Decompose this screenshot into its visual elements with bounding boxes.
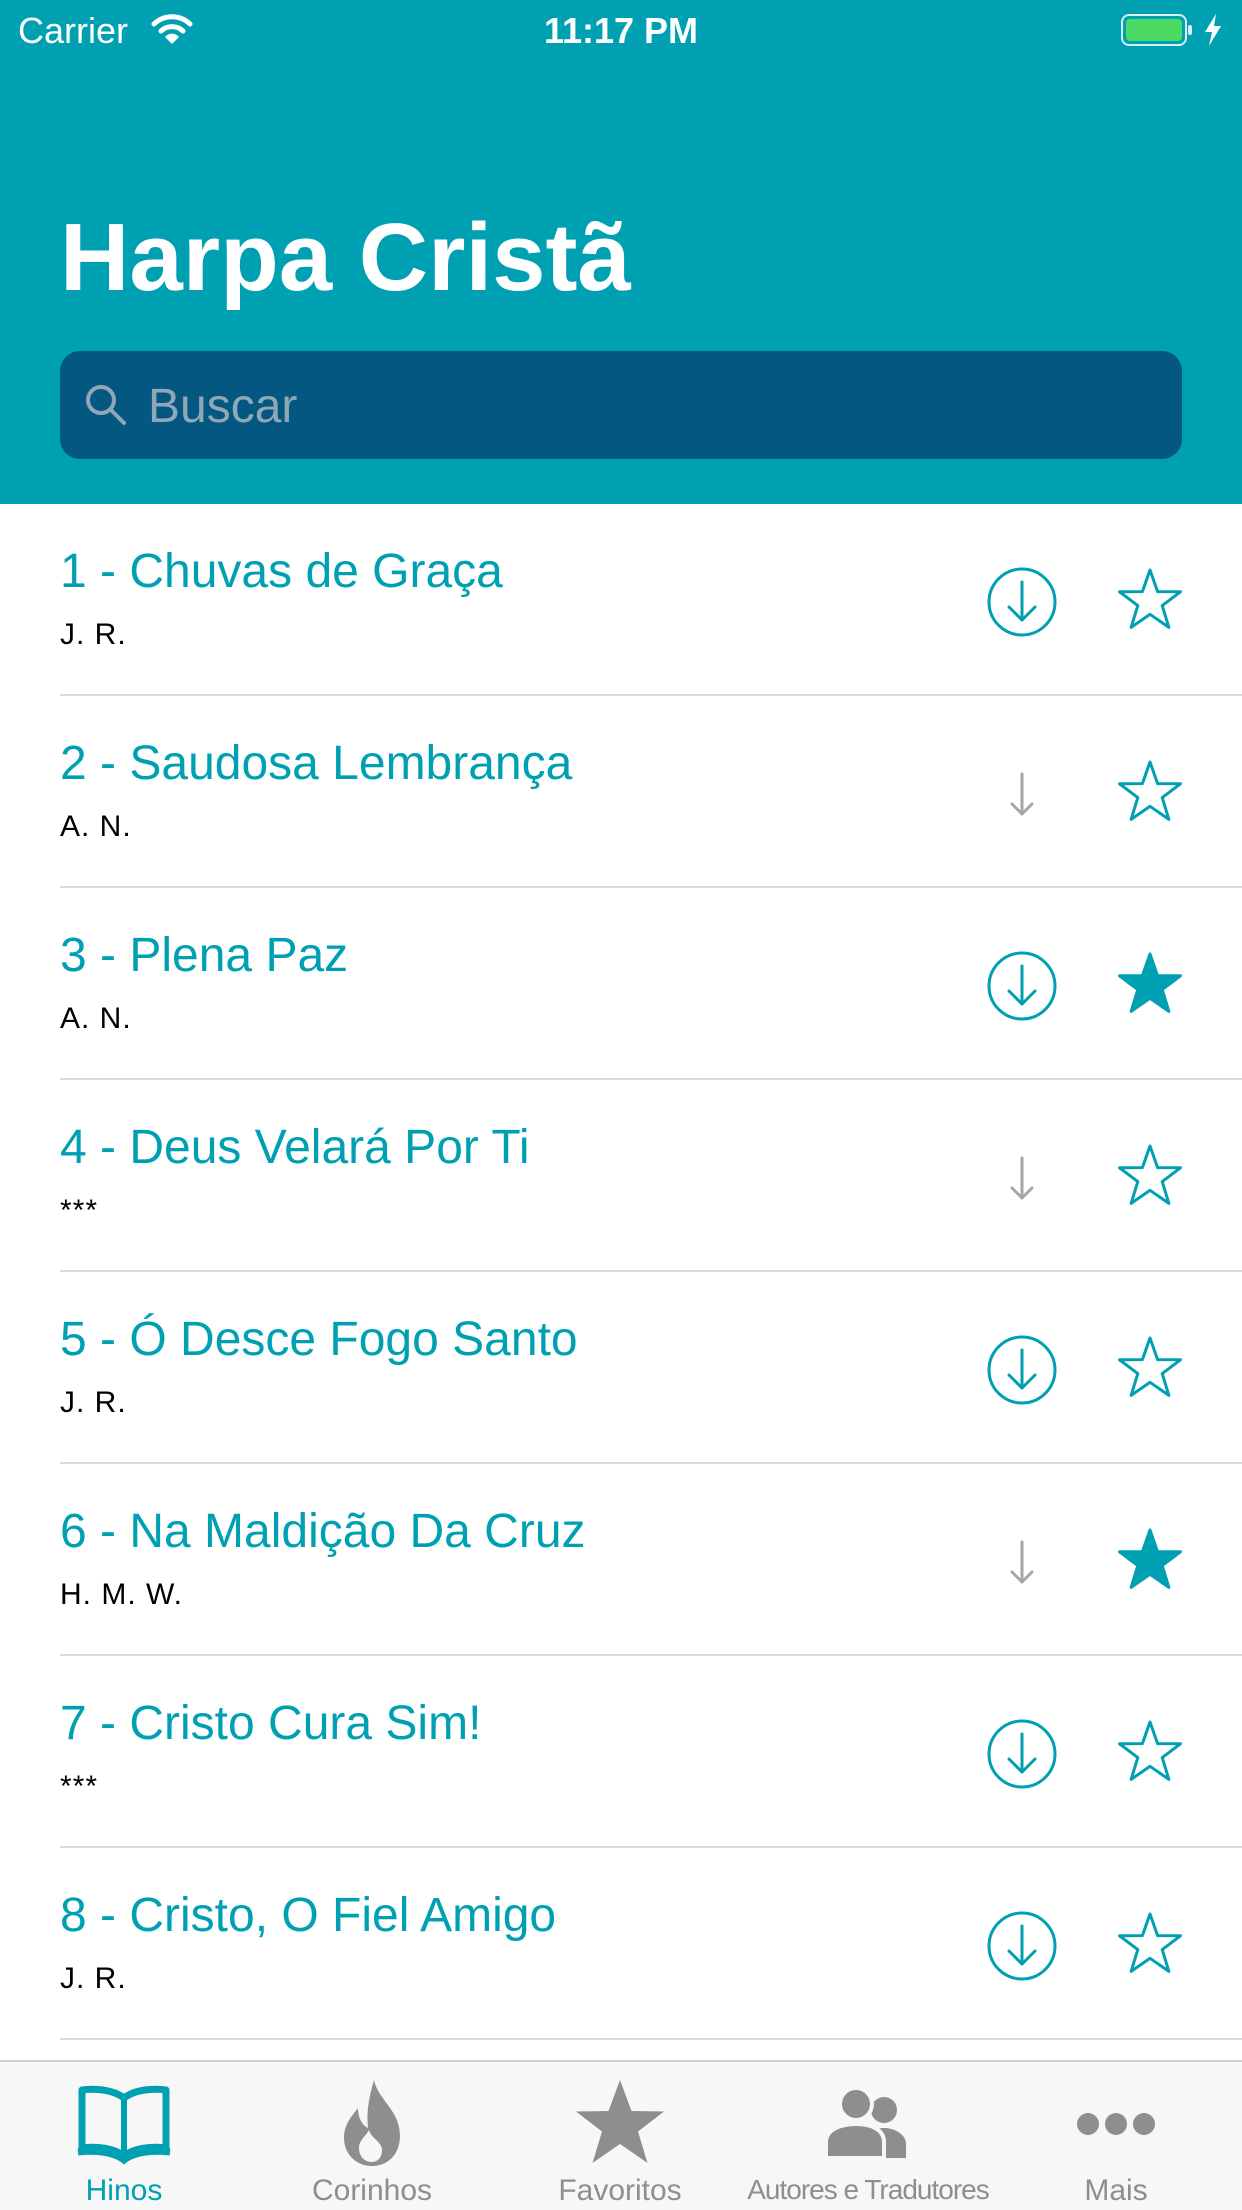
- more-icon: [1077, 2113, 1155, 2135]
- tab-autores[interactable]: Autores e Tradutores: [744, 2062, 992, 2210]
- download-arrow-icon[interactable]: [986, 1526, 1058, 1598]
- hymn-row[interactable]: 4 - Deus Velará Por Ti ***: [0, 1080, 1242, 1272]
- hymn-author: ***: [60, 1770, 99, 1803]
- search-input[interactable]: [146, 351, 1160, 461]
- charging-bolt-icon: [1205, 14, 1221, 46]
- star-icon: [576, 2080, 664, 2163]
- search-bar[interactable]: [60, 351, 1182, 461]
- star-filled-icon[interactable]: [1114, 948, 1186, 1020]
- hymn-title: 2 - Saudosa Lembrança: [60, 737, 573, 790]
- tab-favoritos[interactable]: Favoritos: [496, 2062, 744, 2210]
- hymn-author: J. R.: [60, 618, 127, 651]
- hymn-row[interactable]: 8 - Cristo, O Fiel Amigo J. R.: [0, 1848, 1242, 2040]
- tab-corinhos[interactable]: Corinhos: [248, 2062, 496, 2210]
- hymn-author: H. M. W.: [60, 1578, 183, 1611]
- hymn-author: ***: [60, 1194, 99, 1227]
- people-icon: [824, 2086, 906, 2160]
- hymn-title: 6 - Na Maldição Da Cruz: [60, 1505, 586, 1558]
- hymn-row[interactable]: 2 - Saudosa Lembrança A. N.: [0, 696, 1242, 888]
- battery-icon: [1121, 14, 1192, 46]
- download-circle-icon[interactable]: [986, 950, 1058, 1022]
- clock-label: 11:17 PM: [543, 10, 699, 51]
- tab-label: Autores e Tradutores: [747, 2174, 989, 2205]
- hymn-title: 1 - Chuvas de Graça: [60, 545, 503, 598]
- download-arrow-icon[interactable]: [986, 758, 1058, 830]
- tab-bar: Hinos Corinhos Favoritos Autores e Tradut…: [0, 2060, 1242, 2210]
- star-outline-icon[interactable]: [1114, 756, 1186, 828]
- tab-hinos[interactable]: Hinos: [0, 2062, 248, 2210]
- page-title: Harpa Cristã: [60, 204, 631, 311]
- navigation-header: Carrier 11:17 PM Harpa Cristã: [0, 0, 1242, 504]
- hymn-row[interactable]: 7 - Cristo Cura Sim! ***: [0, 1656, 1242, 1848]
- hymn-row[interactable]: 3 - Plena Paz A. N.: [0, 888, 1242, 1080]
- download-arrow-icon[interactable]: [986, 1142, 1058, 1214]
- tab-label: Mais: [1084, 2174, 1148, 2207]
- star-filled-icon[interactable]: [1114, 1524, 1186, 1596]
- hymn-title: 3 - Plena Paz: [60, 929, 349, 982]
- hymn-row[interactable]: 5 - Ó Desce Fogo Santo J. R.: [0, 1272, 1242, 1464]
- tab-label: Favoritos: [558, 2174, 682, 2207]
- hymn-title: 5 - Ó Desce Fogo Santo: [60, 1313, 578, 1366]
- search-icon: [86, 385, 126, 425]
- hymn-author: J. R.: [60, 1962, 127, 1995]
- download-circle-icon[interactable]: [986, 1910, 1058, 1982]
- download-circle-icon[interactable]: [986, 566, 1058, 638]
- star-outline-icon[interactable]: [1114, 1332, 1186, 1404]
- hymn-title: 7 - Cristo Cura Sim!: [60, 1697, 482, 1750]
- hymn-title: 4 - Deus Velará Por Ti: [60, 1121, 530, 1174]
- tab-label: Corinhos: [311, 2174, 433, 2207]
- star-outline-icon[interactable]: [1114, 1716, 1186, 1788]
- hymn-author: A. N.: [60, 1002, 132, 1035]
- row-divider: [60, 2038, 1242, 2040]
- flame-icon: [344, 2080, 400, 2166]
- star-outline-icon[interactable]: [1114, 564, 1186, 636]
- tab-mais[interactable]: Mais: [992, 2062, 1240, 2210]
- hymn-row[interactable]: 1 - Chuvas de Graça J. R.: [0, 504, 1242, 696]
- download-circle-icon[interactable]: [986, 1334, 1058, 1406]
- download-circle-icon[interactable]: [986, 1718, 1058, 1790]
- hymn-title: 8 - Cristo, O Fiel Amigo: [60, 1889, 557, 1942]
- hymn-list[interactable]: 1 - Chuvas de Graça J. R. 2 - Saudosa Lem…: [0, 504, 1242, 2060]
- hymn-author: J. R.: [60, 1386, 127, 1419]
- tab-label: Hinos: [85, 2174, 163, 2207]
- star-outline-icon[interactable]: [1114, 1908, 1186, 1980]
- book-icon: [77, 2085, 171, 2165]
- star-outline-icon[interactable]: [1114, 1140, 1186, 1212]
- hymn-author: A. N.: [60, 810, 132, 843]
- status-bar: Carrier 11:17 PM: [0, 0, 1242, 62]
- hymn-row[interactable]: 6 - Na Maldição Da Cruz H. M. W.: [0, 1464, 1242, 1656]
